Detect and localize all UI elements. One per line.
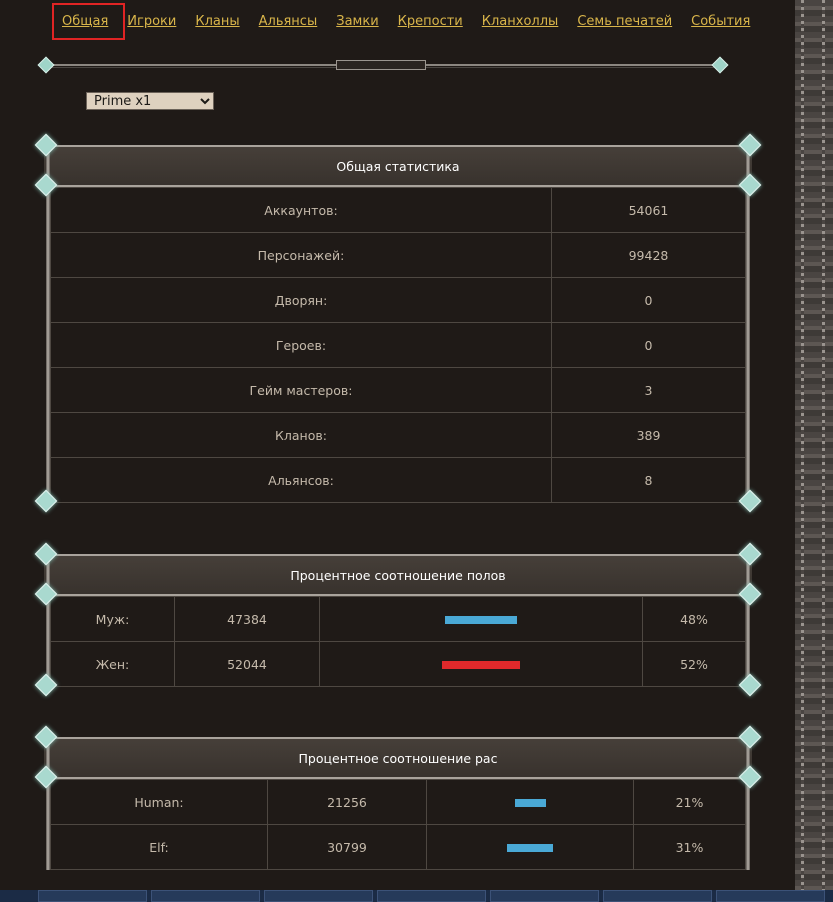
race-count: 21256	[267, 779, 427, 825]
nav-alliances[interactable]: Альянсы	[259, 14, 318, 30]
taskbar-button[interactable]	[38, 890, 147, 902]
nav-events[interactable]: События	[691, 14, 750, 30]
stat-label: Персонажей:	[50, 232, 552, 278]
gender-count: 52044	[174, 641, 320, 687]
race-bar-cell	[426, 779, 634, 825]
stat-row: Аккаунтов: 54061	[50, 187, 746, 233]
nav-players[interactable]: Игроки	[127, 14, 176, 30]
stat-row: Персонажей: 99428	[50, 232, 746, 278]
stat-label: Кланов:	[50, 412, 552, 458]
gender-panel: Процентное соотношение полов Муж: 47384 48…	[34, 542, 762, 697]
race-count: 30799	[267, 824, 427, 870]
race-row: Elf: 30799 31%	[50, 824, 746, 870]
stat-value: 3	[551, 367, 746, 413]
server-select[interactable]: Prime x1	[86, 92, 214, 110]
ornament-divider	[37, 56, 729, 74]
gender-title: Процентное соотношение полов	[44, 554, 752, 596]
stat-row: Альянсов: 8	[50, 457, 746, 503]
top-nav: Общая Игроки Кланы Альянсы Замки Крепост…	[62, 14, 769, 30]
general-stats-table: Аккаунтов: 54061 Персонажей: 99428 Дворян: 0 Г…	[50, 187, 746, 503]
gender-bar-cell	[319, 596, 643, 642]
gender-count: 47384	[174, 596, 320, 642]
gender-percent: 52%	[642, 641, 746, 687]
taskbar	[0, 890, 833, 902]
race-bar	[507, 844, 553, 852]
race-title: Процентное соотношение рас	[44, 737, 752, 779]
nav-castles[interactable]: Замки	[336, 14, 378, 30]
nav-fortresses[interactable]: Крепости	[398, 14, 463, 30]
race-label: Human:	[50, 779, 268, 825]
gender-bar	[442, 661, 520, 669]
taskbar-button[interactable]	[490, 890, 599, 902]
gender-percent: 48%	[642, 596, 746, 642]
stat-row: Героев: 0	[50, 322, 746, 368]
stat-label: Аккаунтов:	[50, 187, 552, 233]
stat-label: Дворян:	[50, 277, 552, 323]
stat-value: 99428	[551, 232, 746, 278]
stat-row: Гейм мастеров: 3	[50, 367, 746, 413]
gender-row: Муж: 47384 48%	[50, 596, 746, 642]
taskbar-button[interactable]	[151, 890, 260, 902]
nav-clanhalls[interactable]: Кланхоллы	[482, 14, 559, 30]
right-rail-decoration	[795, 0, 833, 902]
race-panel: Процентное соотношение рас Human: 21256 21…	[34, 725, 762, 870]
race-percent: 21%	[633, 779, 746, 825]
stat-value: 8	[551, 457, 746, 503]
taskbar-button[interactable]	[716, 890, 825, 902]
stat-value: 0	[551, 277, 746, 323]
ghost-header-decoration	[200, 0, 440, 6]
race-label: Elf:	[50, 824, 268, 870]
stat-value: 0	[551, 322, 746, 368]
stat-value: 54061	[551, 187, 746, 233]
general-stats-title: Общая статистика	[44, 145, 752, 187]
stat-row: Дворян: 0	[50, 277, 746, 323]
taskbar-button[interactable]	[603, 890, 712, 902]
stat-label: Гейм мастеров:	[50, 367, 552, 413]
gender-bar-cell	[319, 641, 643, 687]
general-stats-panel: Общая статистика Аккаунтов: 54061 Персонаж…	[34, 133, 762, 513]
stat-row: Кланов: 389	[50, 412, 746, 458]
stat-label: Героев:	[50, 322, 552, 368]
gender-row: Жен: 52044 52%	[50, 641, 746, 687]
stat-label: Альянсов:	[50, 457, 552, 503]
nav-general[interactable]: Общая	[62, 14, 108, 30]
race-percent: 31%	[633, 824, 746, 870]
race-table: Human: 21256 21% Elf: 30799 31%	[50, 779, 746, 870]
gender-table: Муж: 47384 48% Жен: 52044 52%	[50, 596, 746, 687]
gender-label: Жен:	[50, 641, 175, 687]
nav-clans[interactable]: Кланы	[195, 14, 239, 30]
taskbar-button[interactable]	[264, 890, 373, 902]
race-row: Human: 21256 21%	[50, 779, 746, 825]
gender-bar	[445, 616, 517, 624]
nav-seven-signs[interactable]: Семь печатей	[577, 14, 672, 30]
race-bar-cell	[426, 824, 634, 870]
gender-label: Муж:	[50, 596, 175, 642]
race-bar	[514, 799, 546, 807]
stat-value: 389	[551, 412, 746, 458]
taskbar-button[interactable]	[377, 890, 486, 902]
